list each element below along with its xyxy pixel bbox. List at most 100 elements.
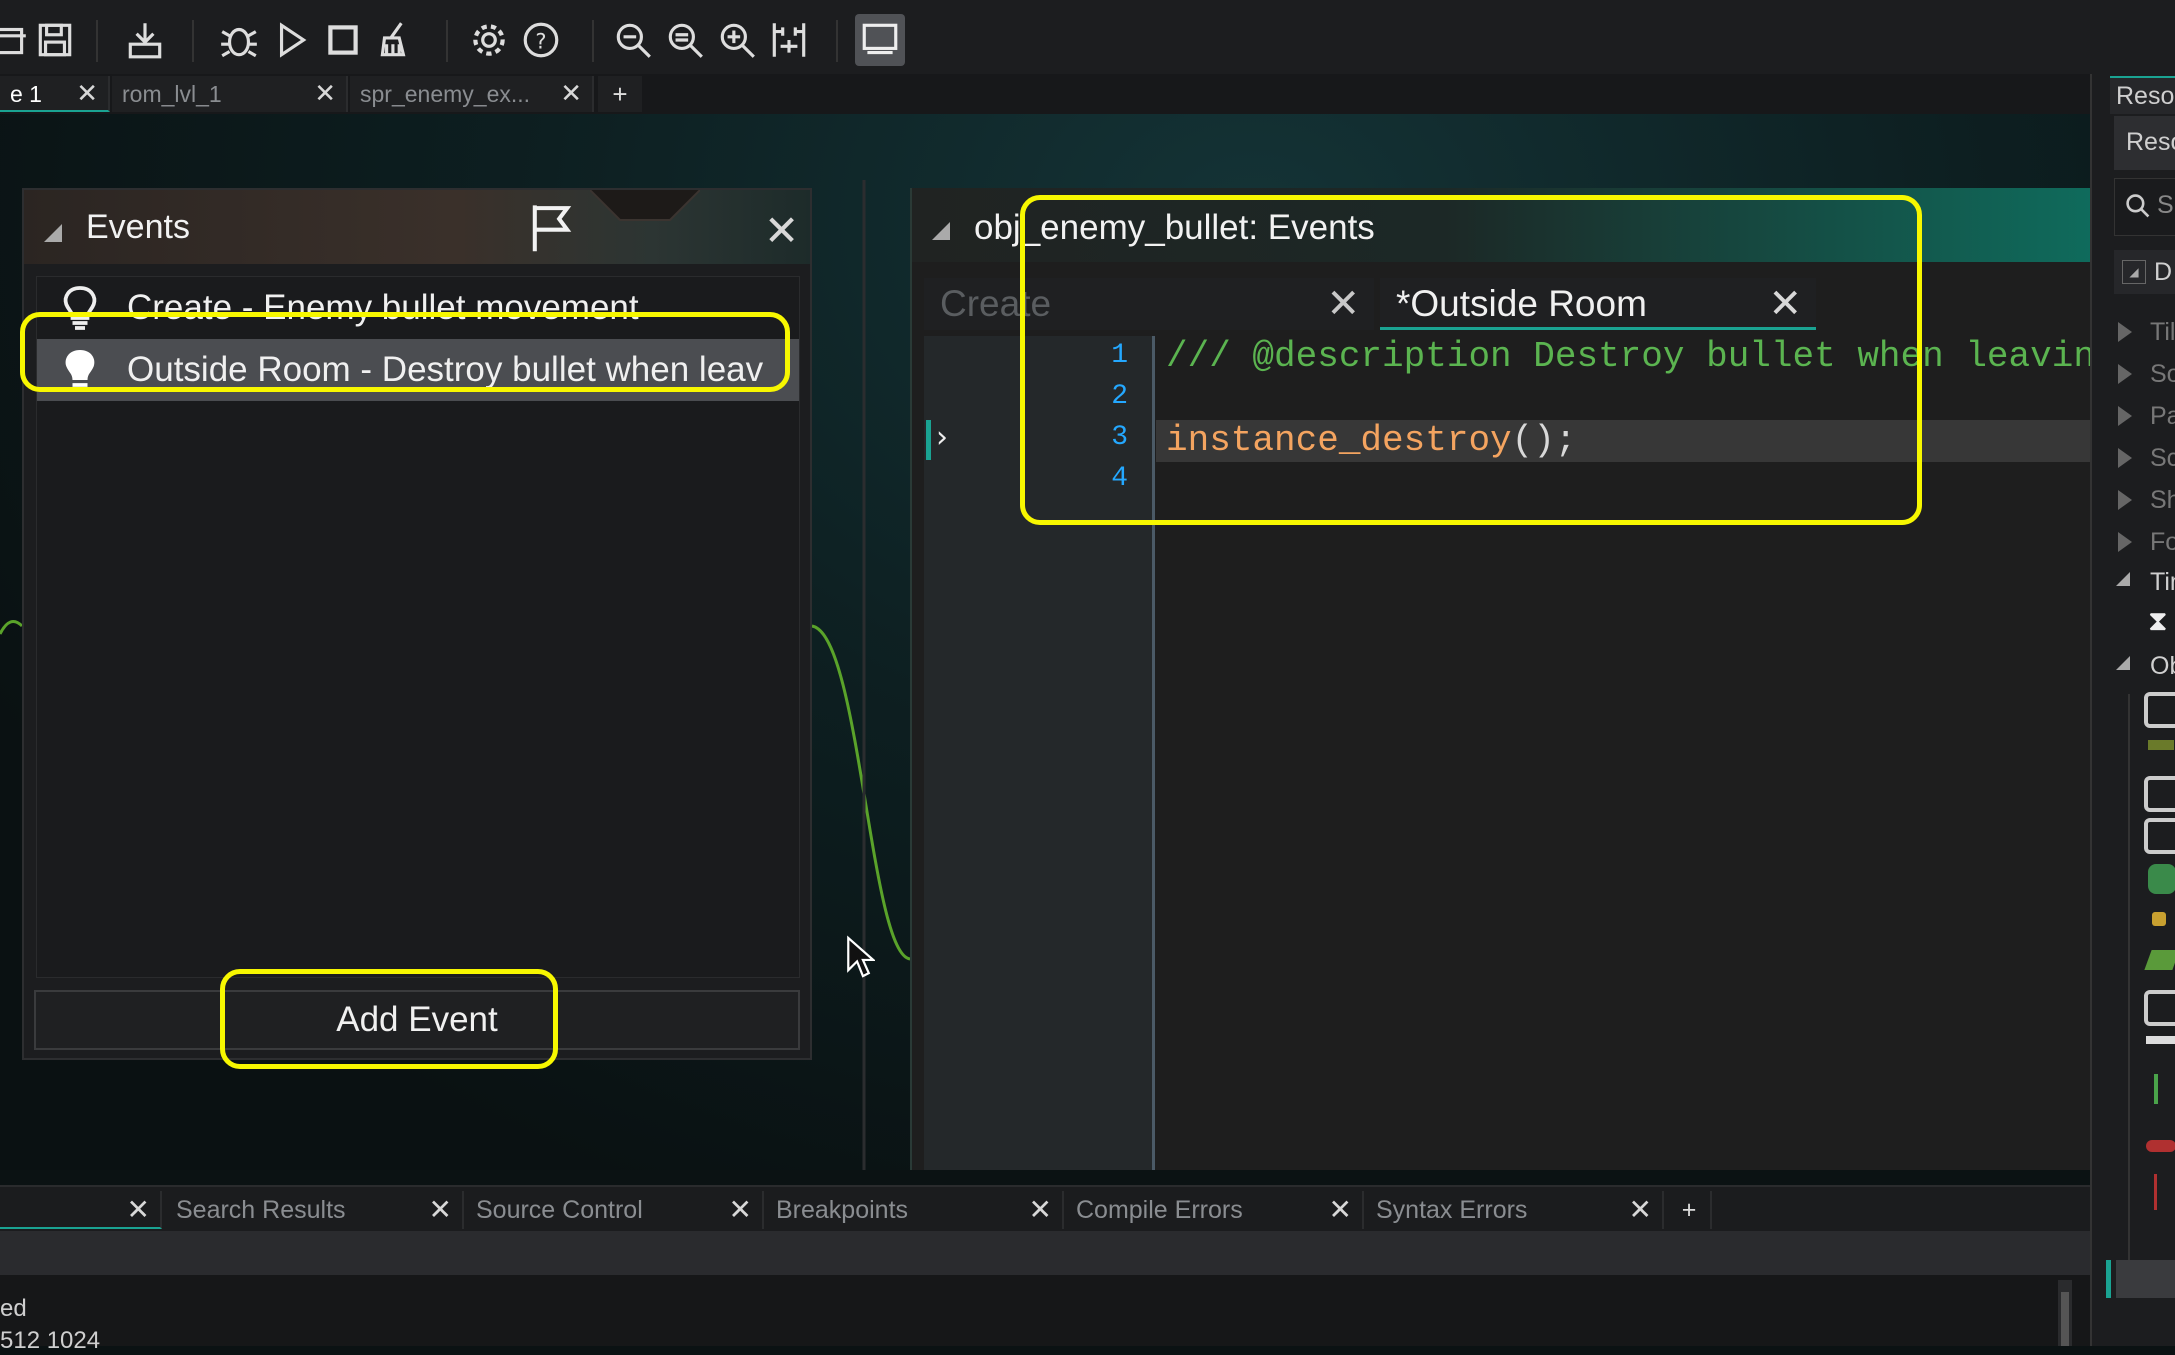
help-icon[interactable]: ? [516,14,566,66]
sprite-thumbnail[interactable] [2144,950,2175,970]
toolbar-separator [446,20,448,62]
search-results-tab[interactable]: Search Results ✕ [166,1191,464,1229]
workspace-icon[interactable] [855,14,905,66]
toolbar-separator [96,20,98,62]
source-control-tab[interactable]: Source Control ✕ [466,1191,764,1229]
output-console[interactable]: ed 512 1024 [0,1275,2090,1354]
sprite-thumbnail[interactable] [2148,864,2175,894]
expand-icon[interactable] [2118,532,2132,552]
sprite-thumbnail[interactable] [2152,912,2166,926]
resource-group-shaders[interactable]: Sha [2150,486,2175,515]
sprite-thumbnail[interactable] [2154,1174,2157,1210]
object-icon[interactable] [2144,818,2175,854]
close-icon[interactable]: ✕ [764,206,799,255]
resource-group-sounds[interactable]: So [2150,360,2175,389]
debug-icon[interactable] [214,14,264,66]
add-tab-button[interactable]: + [598,76,642,112]
collapse-icon[interactable] [44,224,62,242]
close-icon[interactable]: ✕ [1329,1191,1352,1229]
output-tab-bar: ✕ Search Results ✕ Source Control ✕ Brea… [0,1185,2090,1231]
selection-marker [2106,1260,2111,1298]
object-icon[interactable] [2144,776,2175,812]
resource-group-tilesets[interactable]: Tile [2150,318,2175,347]
save-icon[interactable] [30,14,80,66]
expand-icon[interactable] [2118,322,2132,342]
doc-tab-room[interactable]: e 1 ✕ [0,76,110,112]
flag-icon[interactable] [524,200,578,254]
expand-icon[interactable] [2118,448,2132,468]
resource-group-scripts[interactable]: Scr [2150,444,2175,473]
object-icon[interactable] [2144,990,2175,1026]
object-icon[interactable] [2144,692,2175,728]
breakpoints-tab[interactable]: Breakpoints ✕ [766,1191,1064,1229]
tab-label: Breakpoints [776,1196,909,1224]
svg-text:?: ? [535,29,546,53]
scrollbar-thumb[interactable] [2061,1292,2069,1346]
syntax-errors-tab[interactable]: Syntax Errors ✕ [1366,1191,1664,1229]
close-icon[interactable]: ✕ [127,1191,150,1229]
doc-tab-label: e 1 [10,81,42,107]
toolbar-separator [836,20,838,62]
sprite-thumbnail[interactable] [2146,1140,2175,1152]
zoom-out-icon[interactable] [608,14,658,66]
run-icon[interactable] [266,14,316,66]
close-icon[interactable]: ✕ [1629,1191,1652,1229]
highlight-outline-selected-event [20,312,790,392]
chevron-right-icon[interactable]: › [936,420,948,455]
sprite-thumbnail[interactable] [2154,1074,2158,1104]
toolbar-separator [592,20,594,62]
tab-label: Search Results [176,1196,346,1224]
doc-tab-label: spr_enemy_ex... [360,81,531,107]
export-icon[interactable] [120,14,170,66]
collapse-icon[interactable] [2116,656,2130,670]
collapse-icon[interactable] [932,222,950,240]
stop-icon[interactable] [318,14,368,66]
sprite-thumbnail[interactable] [2146,1036,2175,1044]
events-panel-title: Events [86,208,190,246]
dropdown-label: D [2154,258,2173,286]
close-icon[interactable]: ✕ [1029,1191,1052,1229]
events-panel-header[interactable]: Events ✕ [24,190,810,264]
close-icon[interactable]: ✕ [560,76,582,112]
document-tab-bar: e 1 ✕ rom_lvl_1 ✕ spr_enemy_ex... ✕ + [0,74,2090,116]
resource-search-input[interactable]: S [2114,178,2175,236]
close-icon[interactable]: ✕ [429,1191,452,1229]
settings-icon[interactable] [464,14,514,66]
expand-icon[interactable] [2118,490,2132,510]
resource-item-selected[interactable] [2116,1260,2175,1298]
resource-group-fonts[interactable]: Fo [2150,528,2175,557]
resource-tab[interactable]: Resou [2110,76,2175,114]
collapse-icon[interactable] [2116,572,2130,586]
zoom-in-icon[interactable] [712,14,762,66]
expand-icon[interactable] [2118,364,2132,384]
highlight-outline-add-event [220,969,558,1069]
compile-errors-tab[interactable]: Compile Errors ✕ [1066,1191,1364,1229]
header-notch-decoration [590,190,700,221]
doc-tab-spr-enemy[interactable]: spr_enemy_ex... ✕ [350,76,594,112]
resource-group-objects[interactable]: Ob [2150,652,2175,681]
output-line: ed [0,1295,27,1322]
close-icon[interactable]: ✕ [729,1191,752,1229]
resource-tab-label: Resou [2116,82,2175,110]
zoom-reset-icon[interactable] [660,14,710,66]
search-icon [2126,194,2150,218]
fit-icon[interactable] [764,14,814,66]
expand-icon[interactable] [2118,406,2132,426]
sprite-thumbnail[interactable] [2148,740,2174,750]
change-marker [926,420,931,460]
resource-header: Reso [2114,116,2175,170]
output-tab[interactable]: ✕ [0,1191,162,1229]
open-icon[interactable] [0,14,34,66]
dropdown-toggle-icon: ◢ [2122,260,2146,284]
add-tab-button[interactable]: + [1668,1191,1712,1229]
resource-group-timelines[interactable]: Tim [2150,568,2175,597]
resource-dropdown[interactable]: ◢ D [2114,250,2175,294]
doc-tab-rom-lvl-1[interactable]: rom_lvl_1 ✕ [112,76,348,112]
close-icon[interactable]: ✕ [314,76,336,112]
output-scrollbar[interactable] [2058,1280,2072,1346]
clean-icon[interactable] [370,14,420,66]
hourglass-icon[interactable]: ⧗ [2148,604,2168,638]
mouse-cursor-icon [847,935,875,978]
close-icon[interactable]: ✕ [76,76,98,110]
resource-group-paths[interactable]: Pat [2150,402,2175,431]
